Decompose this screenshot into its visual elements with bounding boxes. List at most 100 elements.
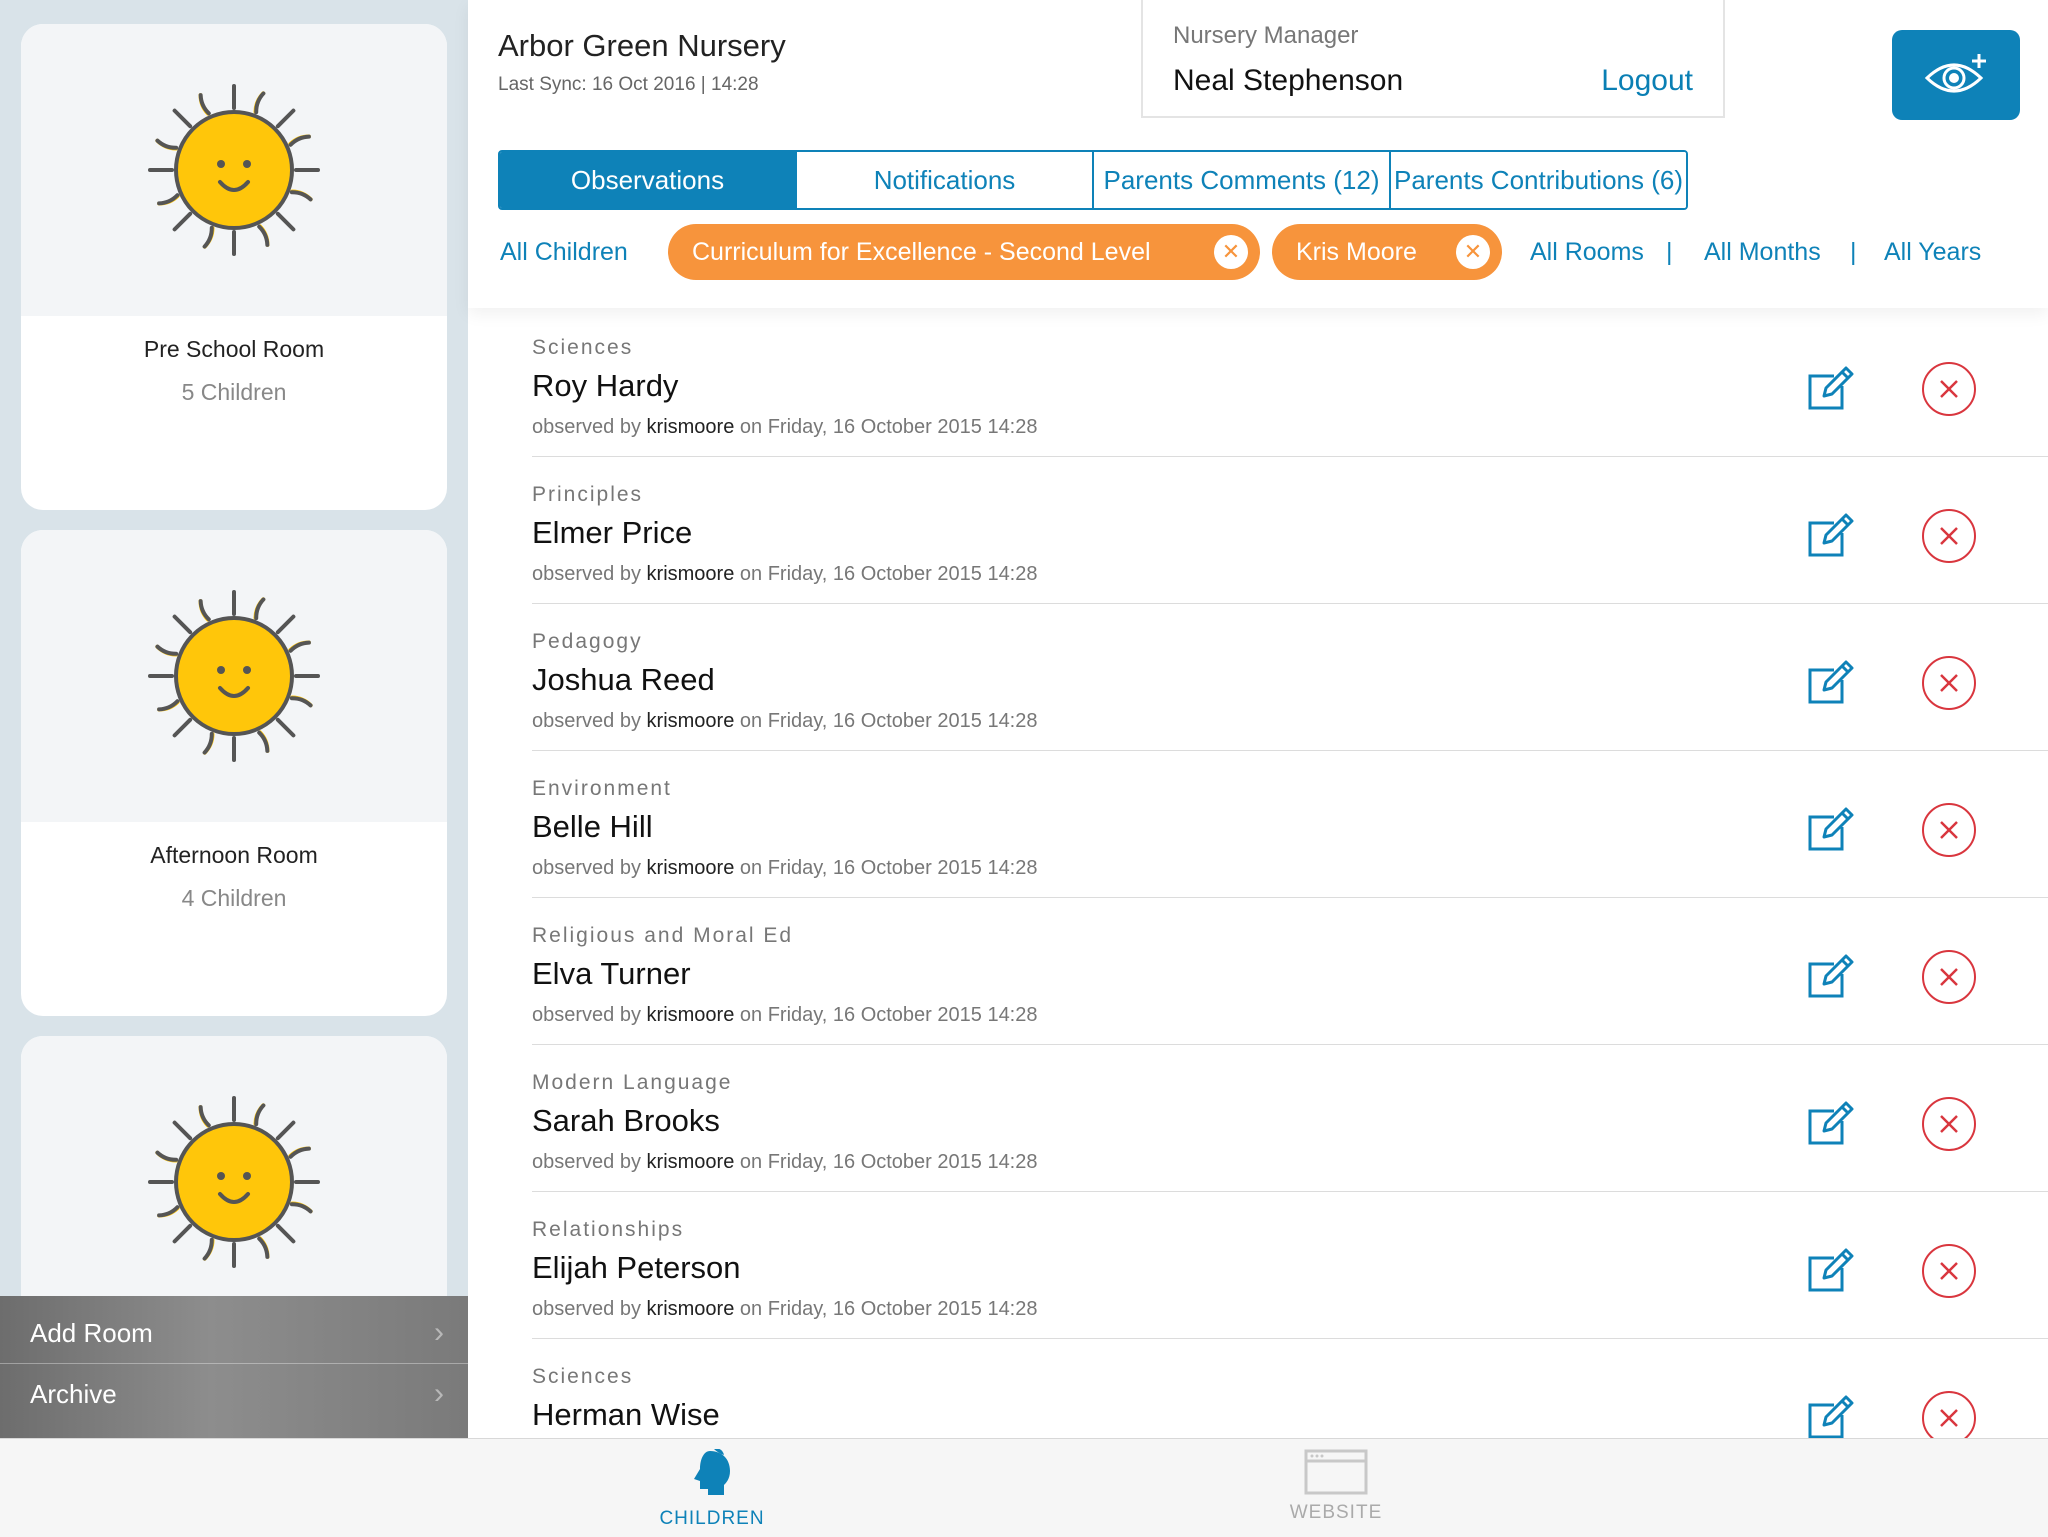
section-tabs: Observations Notifications Parents Comme… bbox=[498, 150, 1688, 210]
edit-button[interactable] bbox=[1804, 1244, 1858, 1303]
room-card-pre-school[interactable]: Pre School Room 5 Children bbox=[21, 24, 447, 510]
filter-all-years[interactable]: All Years bbox=[1884, 238, 1981, 267]
observation-date: on Friday, 16 October 2015 14:28 bbox=[739, 1298, 1038, 1320]
edit-button[interactable] bbox=[1804, 509, 1858, 568]
observer-username: krismoore bbox=[646, 857, 735, 879]
edit-icon bbox=[1808, 660, 1854, 704]
delete-button[interactable] bbox=[1922, 362, 1976, 416]
delete-button[interactable] bbox=[1922, 1244, 1976, 1298]
observation-child-name: Joshua Reed bbox=[532, 662, 715, 697]
add-room-button[interactable]: Add Room › bbox=[0, 1303, 468, 1364]
close-icon[interactable]: ✕ bbox=[1214, 235, 1248, 269]
observation-meta: observed by krismoore on Friday, 16 Octo… bbox=[532, 416, 1038, 439]
tab-parents-comments[interactable]: Parents Comments (12) bbox=[1092, 152, 1389, 208]
tab-observations[interactable]: Observations bbox=[500, 152, 795, 208]
room-name: Afternoon Room bbox=[150, 842, 318, 868]
close-icon bbox=[1940, 968, 1958, 986]
observation-child-name: Elijah Peterson bbox=[532, 1250, 741, 1285]
logout-link[interactable]: Logout bbox=[1601, 64, 1693, 98]
observer-username: krismoore bbox=[646, 1004, 735, 1026]
sidebar-menu: Add Room › Archive › bbox=[0, 1296, 468, 1438]
observation-row[interactable]: Sciences Roy Hardy observed by krismoore o… bbox=[532, 310, 2048, 457]
observation-date: on Friday, 16 October 2015 14:28 bbox=[739, 563, 1038, 585]
close-icon bbox=[1940, 1262, 1958, 1280]
observation-meta: observed by krismoore on Friday, 16 Octo… bbox=[532, 1004, 1038, 1027]
edit-icon bbox=[1808, 366, 1854, 410]
observation-row[interactable]: Relationships Elijah Peterson observed by … bbox=[532, 1192, 2048, 1339]
edit-button[interactable] bbox=[1804, 1391, 1858, 1438]
observation-row[interactable]: Modern Language Sarah Brooks observed by k… bbox=[532, 1045, 2048, 1192]
observation-meta: observed by krismoore on Friday, 16 Octo… bbox=[532, 1151, 1038, 1174]
last-sync: Last Sync: 16 Oct 2016 | 14:28 bbox=[498, 74, 759, 95]
close-icon bbox=[1940, 821, 1958, 839]
observed-by-prefix: observed by bbox=[532, 563, 641, 585]
edit-button[interactable] bbox=[1804, 362, 1858, 421]
delete-button[interactable] bbox=[1922, 1391, 1976, 1438]
filter-chip-curriculum[interactable]: Curriculum for Excellence - Second Level… bbox=[668, 224, 1260, 280]
tab-website-label: WEBSITE bbox=[1289, 1502, 1383, 1523]
room-art bbox=[21, 530, 447, 822]
edit-button[interactable] bbox=[1804, 803, 1858, 862]
delete-button[interactable] bbox=[1922, 509, 1976, 563]
delete-button[interactable] bbox=[1922, 656, 1976, 710]
add-observation-button[interactable] bbox=[1892, 30, 2020, 120]
edit-button[interactable] bbox=[1804, 1097, 1858, 1156]
filter-chip-kris-moore[interactable]: Kris Moore ✕ bbox=[1272, 224, 1502, 280]
tab-children[interactable]: CHILDREN bbox=[632, 1448, 792, 1530]
observation-row[interactable]: Pedagogy Joshua Reed observed by krismoore… bbox=[532, 604, 2048, 751]
observation-child-name: Elmer Price bbox=[532, 515, 693, 550]
edit-button[interactable] bbox=[1804, 656, 1858, 715]
observation-row[interactable]: Principles Elmer Price observed by krismoo… bbox=[532, 457, 2048, 604]
observer-username: krismoore bbox=[646, 1151, 735, 1173]
observation-row[interactable]: Environment Belle Hill observed by krismoo… bbox=[532, 751, 2048, 898]
observed-by-prefix: observed by bbox=[532, 416, 641, 438]
observation-child-name: Sarah Brooks bbox=[532, 1103, 720, 1138]
sun-icon bbox=[134, 1082, 334, 1282]
delete-button[interactable] bbox=[1922, 950, 1976, 1004]
edit-icon bbox=[1808, 513, 1854, 557]
delete-button[interactable] bbox=[1922, 803, 1976, 857]
observation-date: on Friday, 16 October 2015 14:28 bbox=[739, 710, 1038, 732]
chevron-right-icon: › bbox=[434, 1377, 444, 1410]
user-role: Nursery Manager bbox=[1173, 22, 1359, 49]
room-children-count: 4 Children bbox=[181, 885, 287, 911]
delete-button[interactable] bbox=[1922, 1097, 1976, 1151]
edit-icon bbox=[1808, 1248, 1854, 1292]
observation-child-name: Belle Hill bbox=[532, 809, 653, 844]
add-room-label: Add Room bbox=[30, 1318, 153, 1348]
filter-separator: | bbox=[1666, 238, 1673, 266]
tab-parents-contributions[interactable]: Parents Contributions (6) bbox=[1389, 152, 1686, 208]
filter-all-children[interactable]: All Children bbox=[500, 238, 628, 267]
observation-category: Religious and Moral Ed bbox=[532, 924, 794, 947]
filter-all-rooms[interactable]: All Rooms bbox=[1530, 238, 1644, 267]
observed-by-prefix: observed by bbox=[532, 710, 641, 732]
observation-meta: observed by krismoore on Friday, 16 Octo… bbox=[532, 1298, 1038, 1321]
observation-date: on Friday, 16 October 2015 14:28 bbox=[739, 416, 1038, 438]
user-panel: Nursery Manager Neal Stephenson Logout bbox=[1141, 0, 1725, 118]
observed-by-prefix: observed by bbox=[532, 857, 641, 879]
edit-button[interactable] bbox=[1804, 950, 1858, 1009]
observer-username: krismoore bbox=[646, 710, 735, 732]
close-icon bbox=[1940, 1409, 1958, 1427]
observation-row[interactable]: Religious and Moral Ed Elva Turner observe… bbox=[532, 898, 2048, 1045]
browser-window-icon bbox=[1304, 1449, 1368, 1495]
archive-button[interactable]: Archive › bbox=[0, 1364, 468, 1424]
edit-icon bbox=[1808, 1101, 1854, 1145]
tab-website[interactable]: WEBSITE bbox=[1256, 1449, 1416, 1524]
observed-by-prefix: observed by bbox=[532, 1151, 641, 1173]
observation-date: on Friday, 16 October 2015 14:28 bbox=[739, 1004, 1038, 1026]
tab-children-label: CHILDREN bbox=[659, 1508, 765, 1529]
filter-all-months[interactable]: All Months bbox=[1704, 238, 1821, 267]
room-card-afternoon[interactable]: Afternoon Room 4 Children bbox=[21, 530, 447, 1016]
child-head-icon bbox=[694, 1448, 730, 1495]
close-icon[interactable]: ✕ bbox=[1456, 235, 1490, 269]
nursery-title: Arbor Green Nursery bbox=[498, 28, 786, 63]
observation-meta: observed by krismoore on Friday, 16 Octo… bbox=[532, 857, 1038, 880]
archive-label: Archive bbox=[30, 1379, 117, 1409]
observation-row[interactable]: Sciences Herman Wise bbox=[532, 1339, 2048, 1438]
tab-notifications[interactable]: Notifications bbox=[795, 152, 1092, 208]
observer-username: krismoore bbox=[646, 416, 735, 438]
observation-category: Principles bbox=[532, 483, 644, 506]
chip-label: Curriculum for Excellence - Second Level bbox=[692, 238, 1151, 266]
close-icon bbox=[1940, 1115, 1958, 1133]
